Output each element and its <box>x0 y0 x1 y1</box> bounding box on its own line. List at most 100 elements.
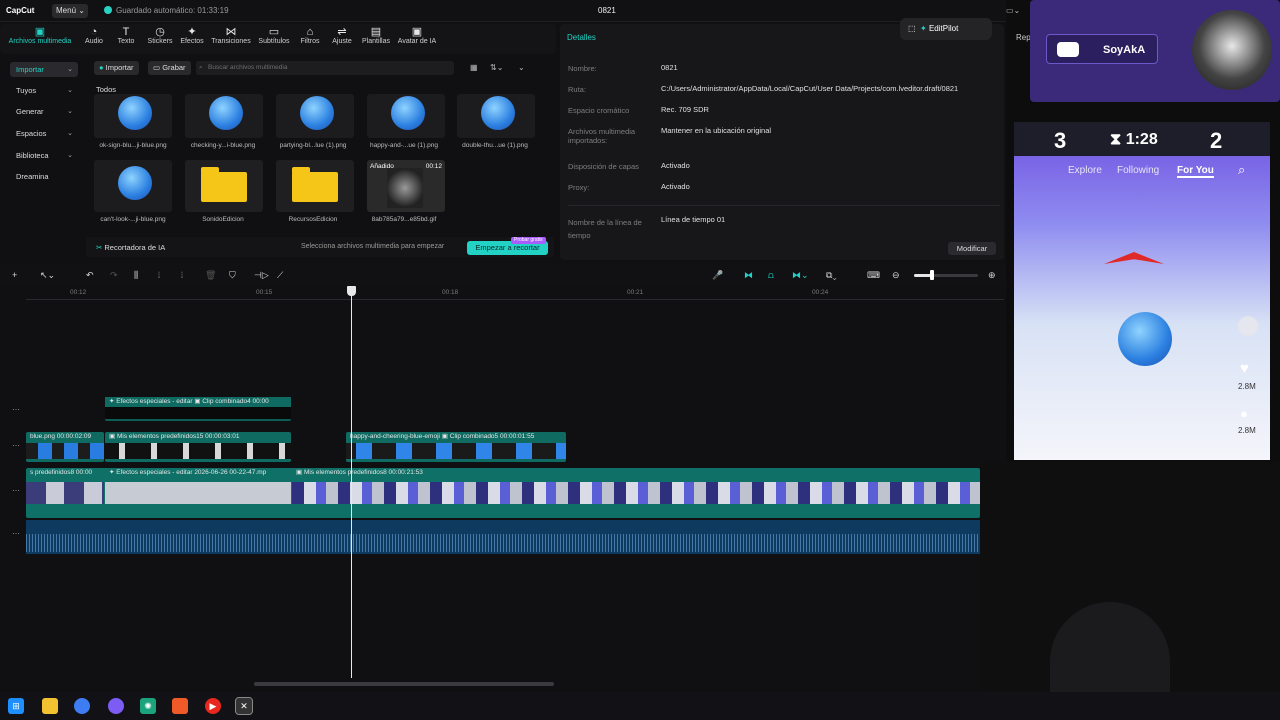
chatgpt-icon[interactable]: ✺ <box>140 698 156 714</box>
channel-badge: SoyAkA <box>1046 34 1158 64</box>
grid-view-icon[interactable]: ▦ <box>470 63 478 72</box>
caption-icon[interactable]: ⌨ <box>867 270 880 281</box>
record-button[interactable]: ▭ Grabar <box>148 61 191 75</box>
tab-templates[interactable]: ▤ Plantillas <box>360 26 392 45</box>
link-main-icon[interactable]: ⧓ <box>744 270 753 281</box>
hourglass-icon: ⧗ <box>1110 131 1122 148</box>
magic-icon[interactable]: ⟋ <box>277 270 283 281</box>
tab-explore[interactable]: Explore <box>1068 165 1102 176</box>
youtube-icon[interactable]: ▶ <box>205 698 221 714</box>
media-item[interactable] <box>185 94 263 138</box>
split-icon[interactable]: ⫼ <box>134 270 138 281</box>
split-left-icon[interactable]: ⦙ <box>158 270 160 281</box>
chrome-icon[interactable] <box>74 698 90 714</box>
media-search-input[interactable]: ⌕ Buscar archivos multimedia <box>196 61 454 75</box>
timeline-scrollbar[interactable] <box>254 682 554 686</box>
select-tool-icon[interactable]: ↖⌄ <box>40 270 55 281</box>
media-clip[interactable]: blue.png 00:00:02:09 <box>26 432 104 462</box>
track-handle[interactable]: ⋯ <box>12 441 20 450</box>
tab-filters[interactable]: ⌂ Filtros <box>296 26 324 45</box>
magnet-icon[interactable]: ⩍ <box>768 270 774 281</box>
tab-effects[interactable]: ✦ Efectos <box>178 26 206 45</box>
tab-ai-avatar[interactable]: ▣ Avatar de IA <box>396 26 438 45</box>
brave-icon[interactable] <box>172 698 188 714</box>
sidebar-item-import[interactable]: Importar ⌄ <box>10 62 78 77</box>
zoom-slider[interactable] <box>914 274 978 277</box>
sidebar-item-generate[interactable]: Generar ⌄ <box>10 104 78 119</box>
redo-icon[interactable]: ↷ <box>110 270 118 281</box>
app-icon[interactable] <box>108 698 124 714</box>
tab-following[interactable]: Following <box>1117 165 1159 176</box>
zoom-slider-handle[interactable] <box>930 270 934 280</box>
media-item[interactable]: Añadido 00:12 <box>367 160 445 212</box>
tab-audio[interactable]: ◔ Audio <box>78 26 110 45</box>
media-item[interactable] <box>94 94 172 138</box>
link-icon[interactable]: ⧓⌄ <box>792 270 809 281</box>
preview-axis-icon[interactable]: ⧉⌄ <box>826 270 837 281</box>
folder-item[interactable] <box>276 160 354 212</box>
sort-icon[interactable]: ⇅⌄ <box>490 63 503 72</box>
media-item[interactable] <box>367 94 445 138</box>
combined-icon: ▣ <box>296 469 303 476</box>
tab-label: Texto <box>117 38 135 45</box>
zoom-out-icon[interactable]: ⊖ <box>892 270 900 281</box>
sidebar-item-dreamina[interactable]: Dreamina <box>10 169 78 184</box>
comment-icon[interactable]: ● <box>1240 406 1248 421</box>
delete-icon[interactable]: 🗑 <box>205 270 216 281</box>
detail-label: Espacio cromático <box>568 106 630 115</box>
zoom-in-icon[interactable]: ⊕ <box>988 270 996 281</box>
heart-icon[interactable]: ♥ <box>1240 360 1249 377</box>
menu-button[interactable]: Menú ⌄ <box>52 4 88 18</box>
editpilot-button[interactable]: ⬚ ✦ EditPilot <box>900 18 992 40</box>
filter-all-label: Todos <box>96 85 117 94</box>
microphone-icon[interactable]: 🎤 <box>712 270 723 281</box>
track-handle[interactable]: ⋯ <box>12 486 20 495</box>
folder-icon <box>292 167 338 202</box>
search-icon[interactable]: ⌕ <box>1238 162 1245 178</box>
capcut-icon[interactable]: ✕ <box>235 697 253 715</box>
effects-clip[interactable]: ✦ Efectos especiales - editar ▣ Clip com… <box>105 397 291 421</box>
track-handle[interactable]: ⋯ <box>12 405 20 414</box>
preset-clip[interactable]: ▣ Mis elementos predefinidos15 00:00:03:… <box>105 432 291 462</box>
profile-icon[interactable] <box>1238 316 1258 336</box>
combined-clip[interactable]: happy-and-cheering-blue-emoji ▣ Clip com… <box>346 432 566 462</box>
filter-icon[interactable]: ⌄ <box>518 63 525 72</box>
undo-icon[interactable]: ↶ <box>86 270 94 281</box>
sidebar-item-yours[interactable]: Tuyos ⌄ <box>10 83 78 98</box>
sidebar-item-spaces[interactable]: Espacios ⌄ <box>10 126 78 141</box>
tab-media[interactable]: ▣ Archivos multimedia <box>8 26 72 45</box>
sidebar-item-label: Dreamina <box>16 172 49 181</box>
playhead-handle[interactable] <box>347 286 356 296</box>
tab-stickers[interactable]: ◷ Stickers <box>143 26 177 45</box>
folder-item[interactable] <box>185 160 263 212</box>
detail-value: 0821 <box>661 63 678 72</box>
capcut-window: CapCut Menú ⌄ Guardado automático: 01:33… <box>0 0 1006 692</box>
timeline-toolbar <box>0 264 1006 286</box>
media-item[interactable] <box>457 94 535 138</box>
tab-for-you[interactable]: For You <box>1177 165 1214 178</box>
split-right-icon[interactable]: ⦙ <box>181 270 183 281</box>
main-video-track[interactable]: s predefinidos8 00:00 ✦ Efectos especial… <box>26 468 980 518</box>
freeze-icon[interactable]: ⊣▷ <box>254 270 269 281</box>
clip-name: 2026-06-26 00-22-47.mp <box>194 469 267 476</box>
sidebar-item-library[interactable]: Biblioteca ⌄ <box>10 148 78 163</box>
camera-icon: ▭ <box>153 63 161 72</box>
tab-adjust[interactable]: ⇌ Ajuste <box>328 26 356 45</box>
tab-text[interactable]: T Texto <box>112 26 140 45</box>
windows-start-icon[interactable]: ⊞ <box>8 698 24 714</box>
add-track-icon[interactable]: + <box>12 270 17 280</box>
import-button[interactable]: ● Importar <box>94 61 139 75</box>
file-explorer-icon[interactable] <box>42 698 58 714</box>
track-handle[interactable]: ⋯ <box>12 529 20 538</box>
tab-transitions[interactable]: ⋈ Transiciones <box>209 26 253 45</box>
modify-button[interactable]: Modificar <box>948 242 996 255</box>
shield-icon[interactable]: ⛉ <box>229 270 236 281</box>
clip-filmstrip <box>292 482 980 504</box>
media-item[interactable] <box>276 94 354 138</box>
playhead[interactable] <box>351 286 352 678</box>
tab-subtitles[interactable]: ▭ Subtítulos <box>256 26 292 45</box>
window-controls[interactable]: ▭⌄ <box>1006 6 1020 15</box>
media-item[interactable] <box>94 160 172 212</box>
time-ruler[interactable]: 00:12 00:15 00:18 00:21 00:24 <box>26 286 1004 300</box>
clip-name: Efectos especiales - editar <box>116 469 193 476</box>
